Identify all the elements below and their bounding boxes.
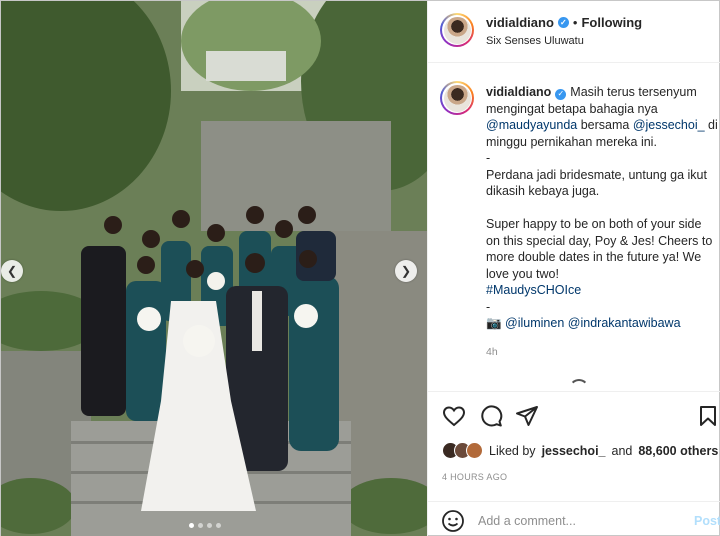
likes-summary: Liked by jessechoi_ and 88,600 others: [442, 442, 718, 459]
mention-link[interactable]: @jessechoi_: [633, 118, 705, 132]
caption-line: -: [486, 151, 491, 165]
location-link[interactable]: Six Senses Uluwatu: [486, 35, 584, 47]
caption-line: Super happy to be on both of your side: [486, 217, 702, 231]
carousel-dot: [189, 523, 194, 528]
caption-line: more double dates in the future ya! We: [486, 250, 702, 264]
mention-link[interactable]: @maudyayunda: [486, 118, 577, 132]
heart-icon[interactable]: [442, 404, 466, 428]
caption-line: @maudyayunda bersama @jessechoi_ di: [486, 117, 718, 134]
comment-icon[interactable]: [479, 404, 503, 428]
mention-link[interactable]: @indrakantawibawa: [568, 316, 681, 330]
username-link[interactable]: vidialdiano: [486, 15, 554, 30]
paper-plane-icon[interactable]: [515, 404, 539, 428]
caption-section: vidialdiano ✓ Masih terus tersenyum menging…: [428, 63, 720, 391]
caption-line: -: [486, 299, 491, 314]
verified-badge-icon: ✓: [557, 17, 569, 28]
caption-text-span: Masih terus tersenyum: [570, 85, 697, 99]
header-user-line: vidialdiano ✓ • Following: [486, 15, 642, 30]
caption-line: Perdana jadi bridesmate, untung ga ikut: [486, 167, 707, 182]
comment-input[interactable]: [478, 511, 678, 531]
smiley-icon[interactable]: [441, 509, 465, 533]
bookmark-icon[interactable]: [696, 404, 720, 428]
chevron-left-icon[interactable]: ❮: [1, 260, 23, 282]
caption-timestamp: 4h: [486, 346, 498, 358]
instagram-post-window: ❮ ❯ vidialdiano ✓ • Following Six Senses…: [0, 0, 720, 536]
post-header: vidialdiano ✓ • Following Six Senses Ulu…: [428, 1, 720, 63]
carousel-dot: [198, 523, 203, 528]
chevron-right-icon[interactable]: ❯: [395, 260, 417, 282]
following-button[interactable]: Following: [581, 15, 642, 30]
caption-avatar[interactable]: [440, 81, 474, 115]
caption-line: mengingat betapa bahagia nya: [486, 101, 658, 116]
avatar-image: [443, 16, 471, 44]
avatar-image: [443, 84, 471, 112]
likes-count-link[interactable]: 88,600 others: [638, 444, 718, 458]
caption-text-span: bersama: [577, 118, 633, 132]
verified-badge-icon: ✓: [555, 88, 567, 100]
caption-username-link[interactable]: vidialdiano: [486, 85, 551, 99]
caption-line: [486, 200, 718, 217]
post-side-panel: vidialdiano ✓ • Following Six Senses Ulu…: [427, 1, 720, 536]
separator: •: [572, 15, 578, 30]
wedding-photo-illustration: [1, 1, 427, 536]
liker-avatars: [442, 442, 483, 459]
comment-bar: Post: [428, 501, 720, 536]
action-bar: [428, 391, 720, 437]
likes-prefix: Liked by: [489, 443, 536, 458]
avatar[interactable]: [440, 13, 474, 47]
carousel-indicator: [189, 523, 221, 528]
post-photo[interactable]: ❮ ❯: [1, 1, 427, 536]
post-comment-button[interactable]: Post: [694, 514, 720, 528]
caption-text-span: 📷: [486, 316, 506, 330]
caption-line: 📷 @iluminen @indrakantawibawa: [486, 315, 718, 332]
caption-text: vidialdiano ✓ Masih terus tersenyum menging…: [486, 84, 718, 332]
liker-username-link[interactable]: jessechoi_: [542, 444, 606, 458]
caption-line: love you two!: [486, 266, 559, 281]
likes-middle: and: [611, 443, 633, 458]
loading-spinner: [569, 379, 589, 391]
post-timestamp: 4 HOURS AGO: [442, 472, 508, 482]
carousel-dot: [207, 523, 212, 528]
mention-link[interactable]: @iluminen: [505, 316, 564, 330]
hashtag-link[interactable]: #MaudysCHOIce: [486, 283, 581, 297]
carousel-dot: [216, 523, 221, 528]
caption-line: minggu pernikahan mereka ini.: [486, 134, 657, 149]
caption-line: dikasih kebaya juga.: [486, 184, 600, 198]
caption-text-span: di: [704, 118, 718, 132]
caption-line: #MaudysCHOIce: [486, 282, 718, 299]
caption-line: vidialdiano ✓ Masih terus tersenyum: [486, 84, 718, 101]
avatar: [466, 442, 483, 459]
caption-line: on this special day, Poy & Jes! Cheers t…: [486, 233, 713, 248]
